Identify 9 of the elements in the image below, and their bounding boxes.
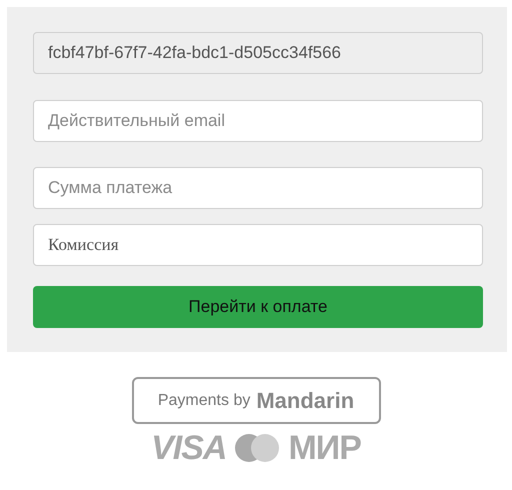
mastercard-icon xyxy=(234,433,280,463)
badge-prefix: Payments by xyxy=(158,392,250,410)
brand-name: Mandarin xyxy=(256,388,354,414)
input-field[interactable]: Действительный email xyxy=(33,100,483,142)
pay-button[interactable]: Перейти к оплате xyxy=(33,286,483,328)
input-field[interactable]: Сумма платежа xyxy=(33,167,483,209)
mir-logo: МИР xyxy=(288,430,361,466)
visa-logo: VISA xyxy=(151,430,226,466)
input-field[interactable]: Комиссия xyxy=(33,224,483,266)
